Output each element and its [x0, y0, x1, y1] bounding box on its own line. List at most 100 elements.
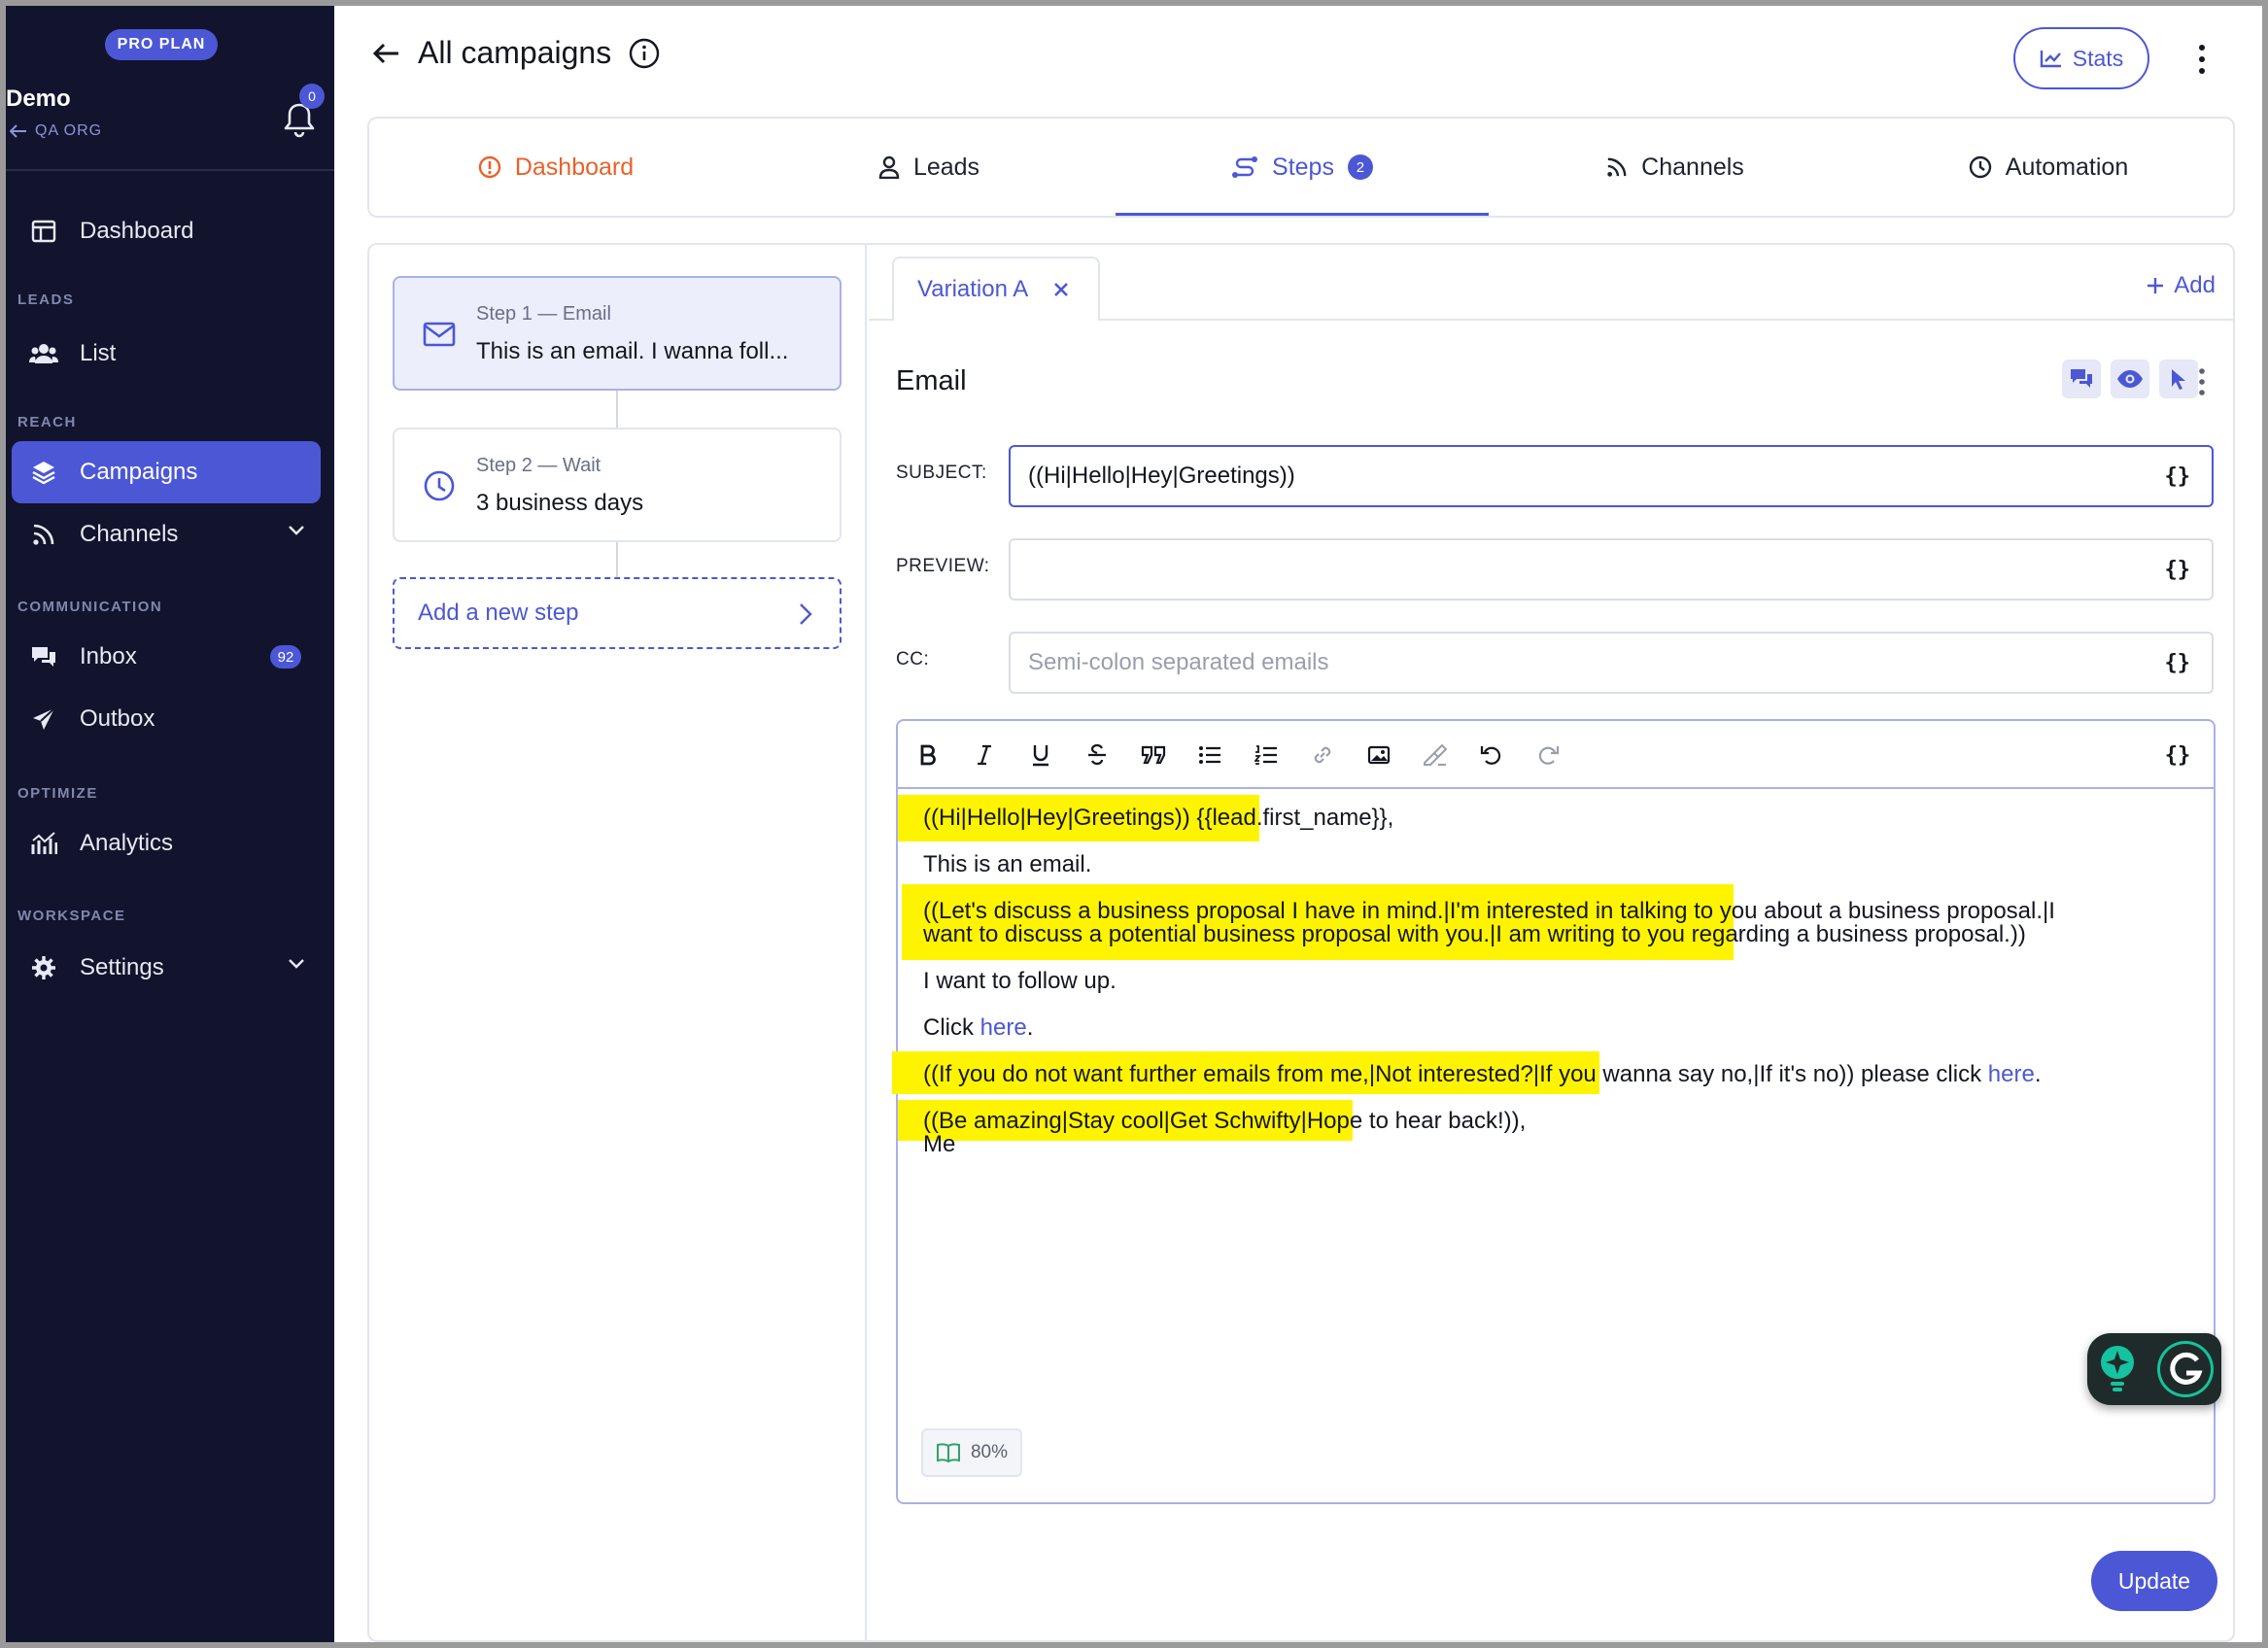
- strikethrough-icon[interactable]: [1081, 738, 1114, 772]
- variables-braces-icon[interactable]: {}: [2165, 651, 2191, 675]
- sidebar-item-settings[interactable]: Settings: [12, 937, 321, 999]
- bullet-list-icon[interactable]: [1193, 738, 1226, 772]
- step-caption: Step 1 — Email: [476, 303, 611, 325]
- plan-badge: PRO PLAN: [105, 29, 218, 60]
- variables-braces-icon[interactable]: {}: [2165, 464, 2191, 489]
- org-name[interactable]: Demo: [6, 86, 71, 113]
- plus-icon: [2148, 278, 2164, 293]
- click-line: Click here.: [923, 1011, 1033, 1046]
- tab-label: Leads: [912, 153, 980, 181]
- book-icon: [936, 1443, 960, 1463]
- update-button[interactable]: Update: [2091, 1551, 2217, 1611]
- link-icon[interactable]: [1306, 738, 1339, 772]
- italic-icon[interactable]: [968, 738, 1001, 772]
- close-icon[interactable]: [1053, 282, 1069, 297]
- cc-label: CC:: [896, 649, 930, 670]
- add-step-button[interactable]: Add a new step: [393, 577, 842, 649]
- clear-format-icon[interactable]: [1419, 738, 1452, 772]
- org-switch-link[interactable]: QA ORG: [10, 122, 102, 140]
- chart-icon: [29, 829, 58, 858]
- tab-leads[interactable]: Leads: [742, 119, 1116, 216]
- unsubscribe-line: ((If you do not want further emails from…: [923, 1057, 2041, 1092]
- org-back-label: QA ORG: [35, 122, 103, 139]
- tab-dashboard[interactable]: Dashboard: [369, 119, 742, 216]
- campaign-editor-card: Step 1 — Email This is an email. I wanna…: [367, 243, 2235, 1642]
- sidebar-item-label: Campaigns: [80, 459, 198, 485]
- readability-score: 80%: [970, 1442, 1009, 1462]
- tab-label: Automation: [2005, 153, 2129, 181]
- add-step-label: Add a new step: [418, 600, 579, 626]
- app-window: PRO PLAN Demo QA ORG 0 Dashboard LEADS L…: [6, 6, 2262, 1642]
- tab-label: Steps: [1272, 153, 1334, 181]
- click-prefix: Click: [923, 1014, 980, 1041]
- sidebar-item-list[interactable]: List: [12, 323, 321, 385]
- more-options-icon[interactable]: [2196, 367, 2208, 396]
- cc-placeholder: Semi-colon separated emails: [1028, 649, 1329, 675]
- sidebar-item-analytics[interactable]: Analytics: [12, 812, 321, 875]
- sidebar-item-channels[interactable]: Channels: [12, 503, 321, 566]
- sidebar-item-inbox[interactable]: Inbox 92: [12, 626, 321, 688]
- numbered-list-icon[interactable]: [1250, 738, 1283, 772]
- comments-icon[interactable]: [2062, 360, 2101, 398]
- unsubscribe-spintax: ((If you do not want further emails from…: [923, 1061, 1855, 1087]
- variables-braces-icon[interactable]: {}: [2161, 738, 2194, 772]
- add-variation-button[interactable]: Add: [2147, 272, 2216, 299]
- email-body-editor[interactable]: {} ((Hi|Hello|Hey|Greetings)) {{lead.fir…: [892, 719, 2221, 1504]
- bold-icon[interactable]: [911, 738, 945, 772]
- step-card-wait[interactable]: Step 2 — Wait 3 business days: [393, 428, 842, 542]
- grammarly-widget[interactable]: [2087, 1333, 2221, 1405]
- inbox-count-badge: 92: [270, 645, 301, 669]
- info-icon[interactable]: [629, 38, 660, 69]
- tab-automation[interactable]: Automation: [1862, 119, 2235, 216]
- preview-eye-icon[interactable]: [2111, 360, 2149, 398]
- variation-tab-a[interactable]: Variation A: [892, 257, 1100, 321]
- variables-braces-icon[interactable]: {}: [2165, 558, 2191, 582]
- step-caption: Step 2 — Wait: [476, 455, 601, 476]
- underline-icon[interactable]: [1024, 738, 1057, 772]
- redo-icon[interactable]: [1531, 738, 1564, 772]
- more-options-icon[interactable]: [2192, 43, 2212, 76]
- section-label-optimize: OPTIMIZE: [17, 785, 98, 802]
- sidebar-item-campaigns[interactable]: Campaigns: [12, 441, 321, 503]
- notifications-badge: 0: [299, 84, 325, 109]
- quote-icon[interactable]: [1137, 738, 1170, 772]
- sidebar-item-outbox[interactable]: Outbox: [12, 688, 321, 750]
- cursor-icon[interactable]: [2159, 360, 2198, 398]
- unsubscribe-suffix: .: [2034, 1061, 2042, 1087]
- section-label-leads: LEADS: [17, 292, 75, 308]
- unsubscribe-link[interactable]: here: [1988, 1061, 2035, 1087]
- step-connector: [616, 542, 618, 577]
- tab-label: Dashboard: [514, 153, 635, 181]
- editor-toolbar: {}: [898, 721, 2214, 789]
- readability-badge[interactable]: 80%: [921, 1428, 1022, 1477]
- stats-button[interactable]: Stats: [2013, 27, 2149, 89]
- tab-channels[interactable]: Channels: [1489, 119, 1862, 216]
- subject-field[interactable]: ((Hi|Hello|Hey|Greetings)) {}: [1009, 445, 2214, 507]
- tab-label: Channels: [1641, 153, 1744, 181]
- sidebar-divider: [6, 169, 334, 171]
- proposal-line: want to discuss a potential business pro…: [923, 921, 2026, 947]
- greeting-line: ((Hi|Hello|Hey|Greetings)) {{lead.first_…: [923, 805, 1394, 831]
- body-line: This is an email.: [923, 851, 1092, 877]
- preview-field[interactable]: {}: [1009, 538, 2214, 601]
- back-arrow-icon[interactable]: [371, 42, 400, 65]
- here-link[interactable]: here: [980, 1014, 1027, 1041]
- sidebar-item-dashboard[interactable]: Dashboard: [12, 200, 321, 262]
- arrow-left-icon: [10, 124, 26, 138]
- cc-field[interactable]: Semi-colon separated emails {}: [1009, 632, 2214, 694]
- image-icon[interactable]: [1362, 738, 1395, 772]
- sidebar-item-label: Settings: [80, 954, 164, 980]
- users-icon: [29, 339, 58, 368]
- layers-icon: [29, 458, 58, 487]
- click-suffix: .: [1026, 1014, 1034, 1041]
- alert-circle-icon: [478, 155, 501, 179]
- step-card-email[interactable]: Step 1 — Email This is an email. I wanna…: [393, 276, 842, 391]
- clock-icon: [424, 470, 455, 501]
- user-icon: [878, 155, 900, 179]
- subject-value: ((Hi|Hello|Hey|Greetings)): [1028, 463, 1295, 489]
- step-summary: 3 business days: [476, 490, 644, 516]
- rss-icon: [29, 520, 58, 549]
- undo-icon[interactable]: [1475, 738, 1508, 772]
- sparkle-bulb-icon: [2101, 1346, 2134, 1391]
- tab-steps[interactable]: Steps 2: [1116, 119, 1489, 216]
